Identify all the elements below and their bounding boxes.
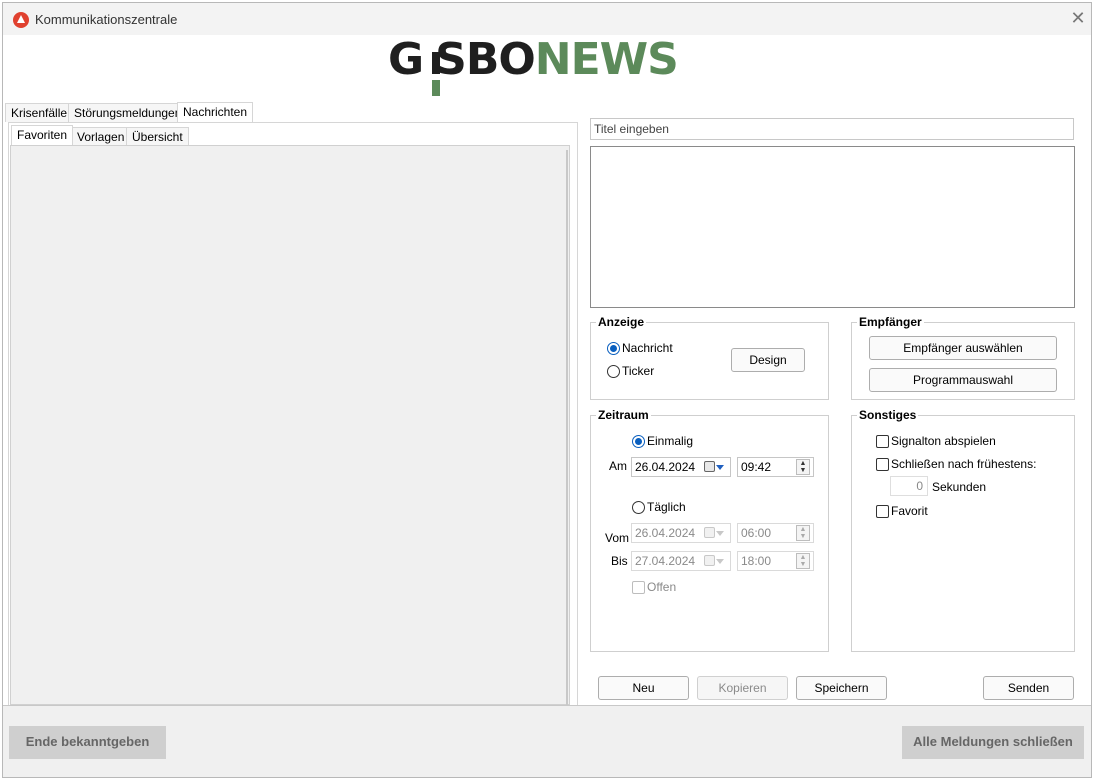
tab-favoriten[interactable]: Favoriten	[11, 125, 74, 145]
favorites-list[interactable]	[10, 145, 570, 705]
bis-date-value: 27.04.2024	[635, 554, 696, 568]
logo-letter-g: G	[388, 34, 424, 85]
label-sekunden: Sekunden	[932, 480, 987, 494]
send-button[interactable]: Senden	[983, 676, 1074, 700]
empfaenger-group-title: Empfänger	[857, 315, 924, 329]
announce-end-button[interactable]: Ende bekanntgeben	[9, 726, 166, 759]
am-time-value: 09:42	[741, 460, 772, 474]
vom-date-value: 26.04.2024	[635, 526, 696, 540]
new-button[interactable]: Neu	[598, 676, 689, 700]
message-body-textarea[interactable]	[590, 146, 1075, 308]
checkbox-schliessen[interactable]	[876, 458, 889, 471]
radio-taeglich[interactable]	[632, 501, 645, 514]
tab-krisenfaelle[interactable]: Krisenfälle	[5, 103, 74, 122]
label-favorit: Favorit	[891, 504, 928, 518]
close-all-messages-button[interactable]: Alle Meldungen schließen	[902, 726, 1084, 759]
checkbox-signalton[interactable]	[876, 435, 889, 448]
title-input[interactable]: Titel eingeben	[590, 118, 1074, 140]
tab-stoerungsmeldungen[interactable]: Störungsmeldungen	[68, 103, 188, 122]
sonstiges-group	[851, 415, 1075, 652]
calendar-icon[interactable]	[704, 527, 715, 538]
label-signalton: Signalton abspielen	[891, 434, 996, 448]
window-title: Kommunikationszentrale	[35, 12, 178, 27]
sonstiges-group-title: Sonstiges	[857, 408, 919, 422]
checkbox-offen[interactable]	[632, 581, 645, 594]
label-bis: Bis	[611, 554, 628, 568]
close-icon[interactable]: ✕	[1067, 7, 1089, 29]
chevron-down-icon[interactable]	[716, 531, 724, 536]
select-recipients-button[interactable]: Empfänger auswählen	[869, 336, 1057, 360]
calendar-icon[interactable]	[704, 461, 715, 472]
app-logo-icon	[13, 12, 29, 28]
label-einmalig: Einmalig	[647, 434, 694, 448]
am-time-spinner[interactable]: ▲ ▼	[796, 459, 810, 475]
save-button[interactable]: Speichern	[796, 676, 887, 700]
tab-nachrichten[interactable]: Nachrichten	[177, 102, 254, 122]
anzeige-group-title: Anzeige	[596, 315, 647, 329]
logo-i-dot	[432, 80, 440, 96]
label-schliessen: Schließen nach frühestens:	[891, 457, 1037, 471]
seconds-input[interactable]: 0	[890, 476, 928, 496]
program-selection-button[interactable]: Programmauswahl	[869, 368, 1057, 392]
design-button[interactable]: Design	[731, 348, 805, 372]
gisbo-news-logo: G SBONEWS	[388, 30, 688, 102]
checkbox-favorit[interactable]	[876, 505, 889, 518]
copy-button[interactable]: Kopieren	[697, 676, 788, 700]
list-scrollbar[interactable]	[566, 150, 568, 705]
bis-time-spinner[interactable]: ▲ ▼	[796, 553, 810, 569]
radio-ticker[interactable]	[607, 365, 620, 378]
label-vom: Vom	[605, 531, 630, 545]
label-offen: Offen	[647, 580, 677, 594]
label-ticker: Ticker	[622, 364, 655, 378]
am-date-value: 26.04.2024	[635, 460, 696, 474]
bis-time-value: 18:00	[741, 554, 772, 568]
chevron-down-icon[interactable]	[716, 465, 724, 470]
vom-time-value: 06:00	[741, 526, 772, 540]
tab-vorlagen[interactable]: Vorlagen	[71, 127, 131, 146]
logo-text-sbo: SBO	[435, 34, 536, 85]
radio-einmalig[interactable]	[632, 435, 645, 448]
label-am: Am	[609, 459, 627, 473]
logo-i-stem	[432, 52, 440, 74]
chevron-down-icon[interactable]	[716, 559, 724, 564]
tab-uebersicht[interactable]: Übersicht	[126, 127, 189, 146]
logo-text-news: NEWS	[534, 34, 679, 85]
label-taeglich: Täglich	[647, 500, 686, 514]
calendar-icon[interactable]	[704, 555, 715, 566]
vom-time-spinner[interactable]: ▲ ▼	[796, 525, 810, 541]
zeitraum-group-title: Zeitraum	[596, 408, 651, 422]
label-nachricht: Nachricht	[622, 341, 673, 355]
radio-nachricht[interactable]	[607, 342, 620, 355]
